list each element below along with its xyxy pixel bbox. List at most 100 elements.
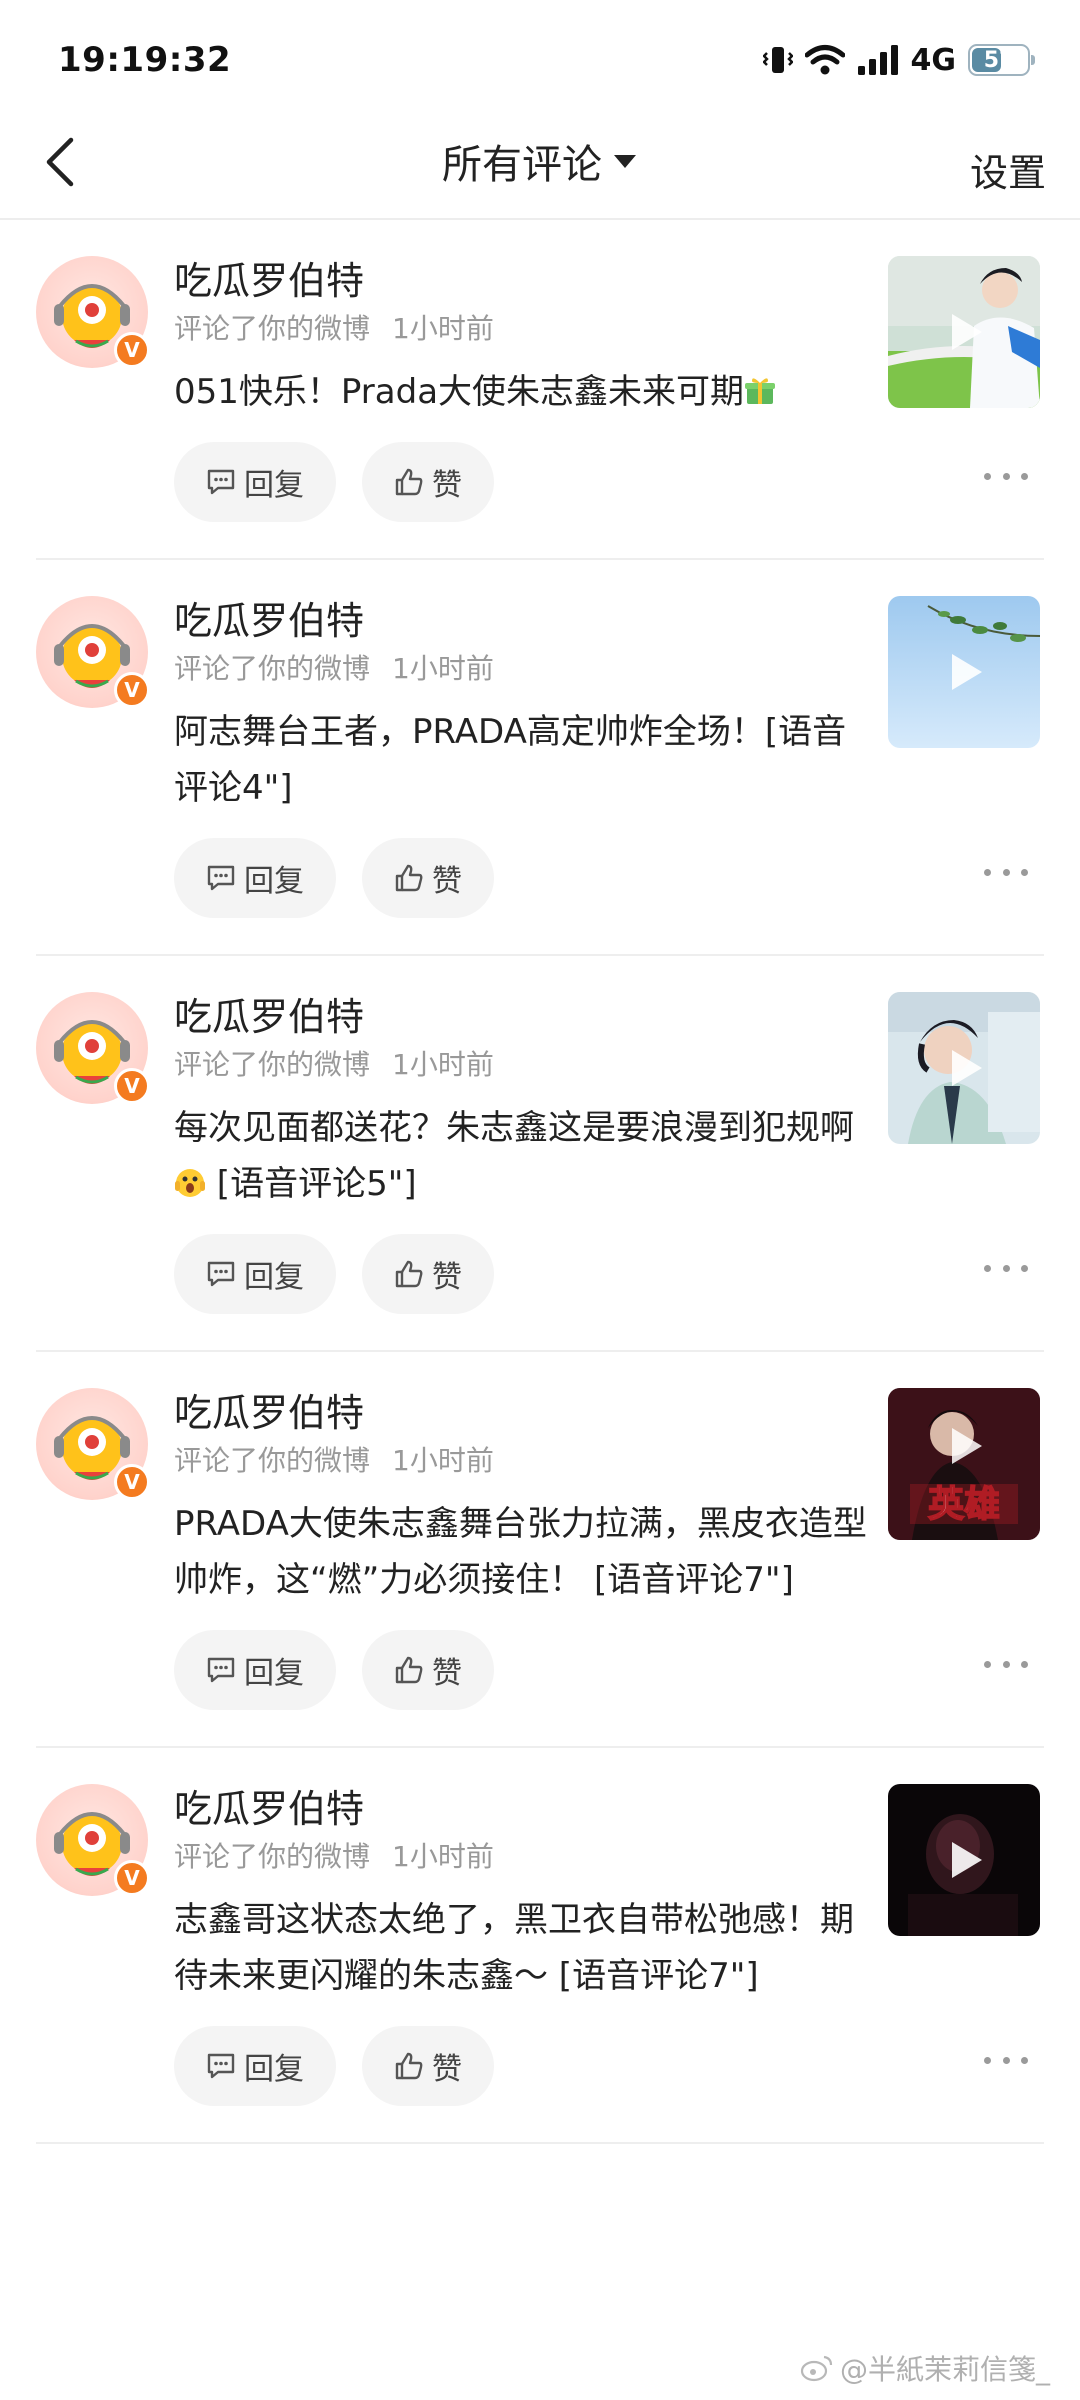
like-label: 赞 — [432, 468, 462, 503]
like-button[interactable]: 赞 — [362, 1630, 494, 1710]
like-button[interactable]: 赞 — [362, 1234, 494, 1314]
post-thumbnail[interactable] — [888, 256, 1040, 408]
thumbs-up-icon — [395, 1260, 423, 1288]
watermark-text: @半紙茉莉信箋_ — [839, 2353, 1050, 2386]
comment-meta: 评论了你的微博 1小时前 — [174, 1044, 874, 1086]
action-text: 评论了你的微博 — [174, 1840, 371, 1873]
more-options-button[interactable] — [984, 1654, 1028, 1674]
comment-item: V 英雄 吃瓜罗伯特 评论了你的微博 1小时前 PRADA大使朱志鑫舞台张力拉满，… — [36, 1352, 1044, 1748]
thumbs-up-icon — [395, 2052, 423, 2080]
battery-icon: 57 — [968, 44, 1035, 76]
comment-meta: 评论了你的微博 1小时前 — [174, 648, 874, 690]
vibrate-icon — [762, 43, 793, 77]
reply-button[interactable]: 回复 — [174, 1234, 336, 1314]
caret-down-icon — [614, 155, 636, 168]
reply-label: 回复 — [244, 864, 304, 899]
comment-item: V 吃瓜罗伯特 评论了你的微博 1小时前 每次见面都送花？朱志鑫这是要浪漫到犯规啊… — [36, 956, 1044, 1352]
comment-icon — [207, 469, 235, 495]
comment-text: 051快乐！Prada大使朱志鑫未来可期 — [174, 364, 874, 420]
comment-feed: V 吃瓜罗伯特 评论了你的微博 1小时前 051快乐！Prada大使朱志鑫未来可期… — [0, 220, 1080, 2144]
verified-badge-icon: V — [114, 1068, 150, 1104]
comment-voice-tag: [语音评论5"] — [206, 1164, 417, 1204]
post-thumbnail[interactable]: 英雄 — [888, 1388, 1040, 1540]
status-bar: 19:19:32 4G 57 — [0, 0, 1080, 110]
more-options-button[interactable] — [984, 862, 1028, 882]
avatar[interactable]: V — [36, 1388, 150, 1500]
reply-button[interactable]: 回复 — [174, 442, 336, 522]
like-button[interactable]: 赞 — [362, 442, 494, 522]
comment-text: 阿志舞台王者，PRADA高定帅炸全场！[语音评论4"] — [174, 712, 847, 808]
like-label: 赞 — [432, 1656, 462, 1691]
comment-icon — [207, 1657, 235, 1683]
status-time: 19:19:32 — [58, 40, 232, 80]
thumbs-up-icon — [395, 1656, 423, 1684]
more-options-button[interactable] — [984, 1258, 1028, 1278]
status-icons: 4G 57 — [762, 38, 1035, 82]
more-options-button[interactable] — [984, 466, 1028, 486]
watermark: @半紙茉莉信箋_ — [800, 2348, 1050, 2388]
timestamp: 1小时前 — [392, 1840, 494, 1873]
timestamp: 1小时前 — [392, 1048, 494, 1081]
comment-meta: 评论了你的微博 1小时前 — [174, 308, 874, 350]
settings-button[interactable]: 设置 — [970, 142, 1046, 197]
comment-body: 每次见面都送花？朱志鑫这是要浪漫到犯规啊 — [174, 1108, 854, 1148]
reply-button[interactable]: 回复 — [174, 2026, 336, 2106]
signal-icon — [857, 44, 899, 76]
title-dropdown[interactable]: 所有评论 — [0, 132, 1080, 190]
comment-text: PRADA大使朱志鑫舞台张力拉满，黑皮衣造型帅炸，这“燃”力必须接住！ [语音评… — [174, 1504, 867, 1600]
thumb-caption: 英雄 — [928, 1484, 1000, 1525]
username[interactable]: 吃瓜罗伯特 — [174, 992, 874, 1042]
comment-icon — [207, 2053, 235, 2079]
verified-badge-icon: V — [114, 1464, 150, 1500]
action-text: 评论了你的微博 — [174, 1048, 371, 1081]
play-icon — [952, 654, 982, 690]
like-label: 赞 — [432, 1260, 462, 1295]
comment-icon — [207, 865, 235, 891]
like-button[interactable]: 赞 — [362, 838, 494, 918]
comment-text: 志鑫哥这状态太绝了，黑卫衣自带松弛感！期待未来更闪耀的朱志鑫～ [语音评论7"] — [174, 1900, 854, 1996]
like-button[interactable]: 赞 — [362, 2026, 494, 2106]
avatar[interactable]: V — [36, 256, 150, 368]
more-options-button[interactable] — [984, 2050, 1028, 2070]
comment-item: V 吃瓜罗伯特 评论了你的微博 1小时前 051快乐！Prada大使朱志鑫未来可期… — [36, 220, 1044, 560]
nav-header: 所有评论 设置 — [0, 110, 1080, 220]
verified-badge-icon: V — [114, 1860, 150, 1896]
timestamp: 1小时前 — [392, 312, 494, 345]
weibo-logo-icon — [800, 2355, 833, 2382]
page-title: 所有评论 — [442, 142, 602, 188]
post-thumbnail[interactable] — [888, 596, 1040, 748]
comment-icon — [207, 1261, 235, 1287]
play-icon — [952, 1842, 982, 1878]
comment-text: 每次见面都送花？朱志鑫这是要浪漫到犯规啊 [语音评论5"] — [174, 1100, 874, 1212]
avatar[interactable]: V — [36, 1784, 150, 1896]
action-text: 评论了你的微博 — [174, 1444, 371, 1477]
shocked-emoji-icon — [175, 1169, 205, 1197]
gift-emoji-icon — [745, 378, 776, 404]
like-label: 赞 — [432, 2052, 462, 2087]
username[interactable]: 吃瓜罗伯特 — [174, 1784, 874, 1834]
comment-item: V 吃瓜罗伯特 评论了你的微博 1小时前 志鑫哥这状态太绝了，黑卫衣自带松弛感！期… — [36, 1748, 1044, 2144]
username[interactable]: 吃瓜罗伯特 — [174, 1388, 874, 1438]
battery-level: 57 — [983, 47, 1015, 73]
action-text: 评论了你的微博 — [174, 312, 371, 345]
reply-label: 回复 — [244, 1260, 304, 1295]
reply-button[interactable]: 回复 — [174, 1630, 336, 1710]
play-icon — [952, 1050, 982, 1086]
post-thumbnail[interactable] — [888, 992, 1040, 1144]
avatar[interactable]: V — [36, 992, 150, 1104]
verified-badge-icon: V — [114, 332, 150, 368]
comment-meta: 评论了你的微博 1小时前 — [174, 1440, 874, 1482]
username[interactable]: 吃瓜罗伯特 — [174, 256, 874, 306]
reply-label: 回复 — [244, 1656, 304, 1691]
reply-button[interactable]: 回复 — [174, 838, 336, 918]
username[interactable]: 吃瓜罗伯特 — [174, 596, 874, 646]
comment-body: 051快乐！Prada大使朱志鑫未来可期 — [174, 372, 745, 412]
play-icon — [952, 1427, 982, 1464]
thumbs-up-icon — [395, 468, 423, 496]
network-type: 4G — [910, 42, 957, 78]
avatar[interactable]: V — [36, 596, 150, 708]
post-thumbnail[interactable] — [888, 1784, 1040, 1936]
wifi-icon — [804, 44, 845, 76]
comment-item: V 吃瓜罗伯特 评论了你的微博 1小时前 阿志舞台王者，PRADA高定帅炸全场！[… — [36, 560, 1044, 956]
comment-meta: 评论了你的微博 1小时前 — [174, 1836, 874, 1878]
